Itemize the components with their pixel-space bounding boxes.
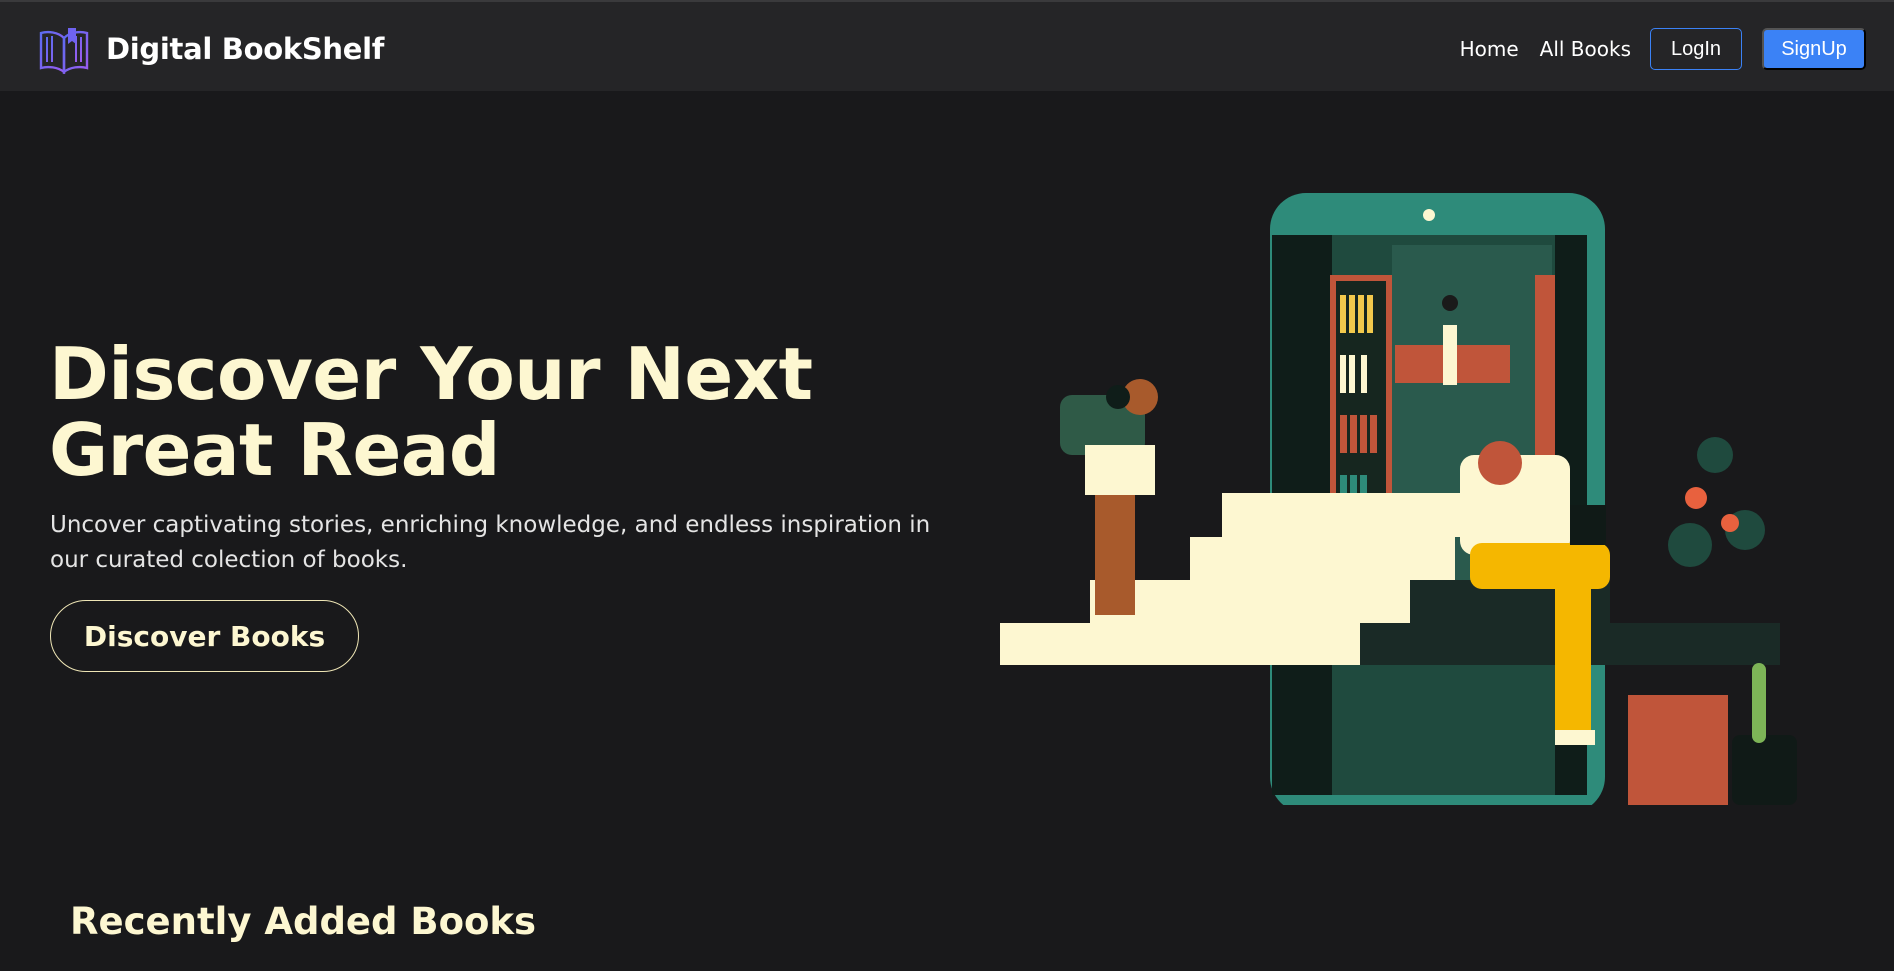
hero-illustration: [1000, 193, 1797, 805]
brand[interactable]: Digital BookShelf: [38, 24, 384, 74]
hero-subtitle: Uncover captivating stories, enriching k…: [50, 512, 931, 573]
nav-link-all-books[interactable]: All Books: [1540, 37, 1631, 61]
open-book-icon: [39, 28, 89, 74]
discover-books-button[interactable]: Discover Books: [50, 600, 359, 672]
signup-button[interactable]: SignUp: [1762, 28, 1866, 70]
navbar: Digital BookShelf Home All Books LogIn S…: [0, 0, 1894, 91]
nav-links: Home All Books LogIn SignUp: [1460, 28, 1866, 70]
login-button[interactable]: LogIn: [1650, 28, 1742, 70]
brand-name: Digital BookShelf: [106, 32, 385, 66]
nav-link-home[interactable]: Home: [1460, 37, 1519, 61]
hero-title: Discover Your Next Great Read: [49, 332, 813, 492]
recently-added-books-heading: Recently Added Books: [70, 900, 537, 943]
